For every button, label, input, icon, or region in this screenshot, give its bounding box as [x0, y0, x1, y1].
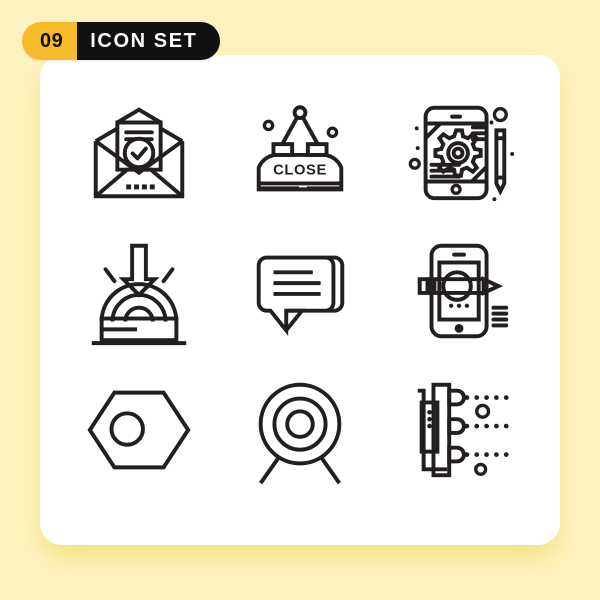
mobile-settings-pencil-icon	[408, 106, 515, 202]
icon-cell-mobile-settings[interactable]	[381, 83, 542, 222]
icon-cell-envelope-verified[interactable]	[58, 83, 219, 222]
icon-cell-chat-bubble[interactable]	[219, 222, 380, 361]
icon-cell-server-signal[interactable]	[381, 360, 542, 499]
mobile-design-pencil-icon	[418, 243, 509, 339]
icon-cell-impact-pressure[interactable]	[58, 222, 219, 361]
server-signal-icon	[418, 382, 509, 477]
icon-grid: CLOSE	[40, 55, 560, 545]
envelope-verified-icon	[93, 107, 184, 199]
hex-nut-icon	[87, 390, 191, 469]
icon-cell-target[interactable]	[219, 360, 380, 499]
icon-cell-close-sign[interactable]: CLOSE	[219, 83, 380, 222]
close-sign-icon: CLOSE	[256, 105, 344, 192]
icon-set-page: 09 ICON SET CLOSE	[0, 0, 600, 600]
icon-cell-mobile-design[interactable]	[381, 222, 542, 361]
chat-bubble-icon	[256, 255, 345, 336]
impact-pressure-icon	[91, 243, 186, 346]
badge-number: 09	[22, 22, 78, 60]
target-bullseye-icon	[258, 382, 342, 484]
close-sign-text: CLOSE	[273, 163, 327, 179]
badge-title: ICON SET	[77, 22, 220, 60]
icon-set-badge: 09 ICON SET	[22, 22, 220, 60]
icon-cell-hex-nut[interactable]	[58, 360, 219, 499]
